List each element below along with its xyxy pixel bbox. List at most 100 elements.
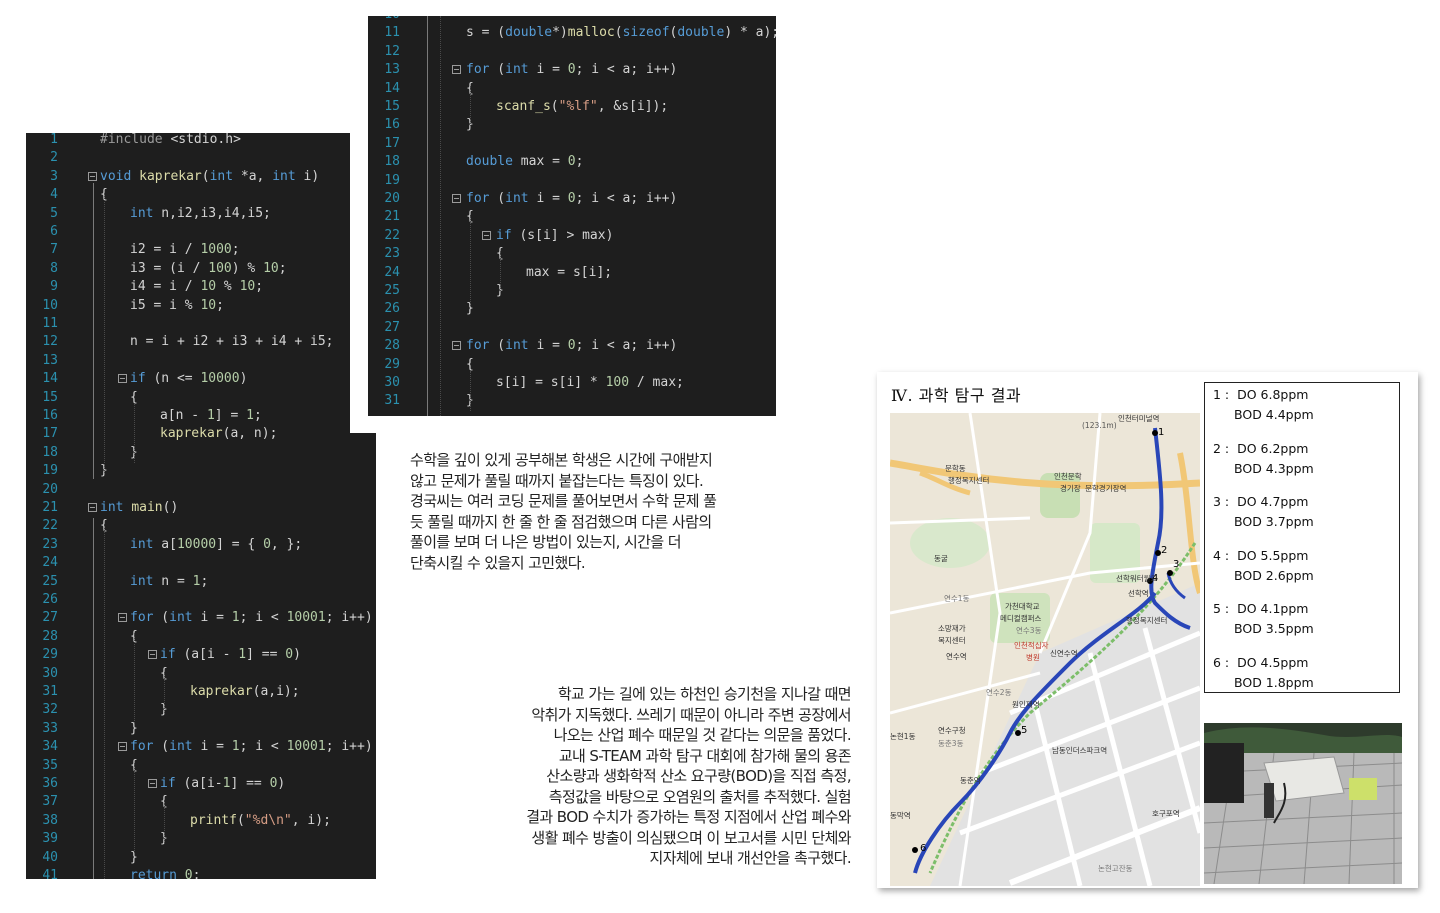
paragraph-line: 산소량과 생화학적 산소 요구량(BOD)을 직접 측정,: [546, 767, 851, 785]
paragraph-line: 풀이를 보며 더 나은 방법이 있는지, 시간을 더: [410, 533, 682, 551]
indent-guide: [134, 633, 135, 723]
line-number: 2: [50, 150, 58, 166]
measurement-results-box: 1 : DO 6.8ppm BOD 4.4ppm 2 : DO 6.2ppm BOD …: [1204, 382, 1400, 693]
do-value: DO 4.5ppm: [1237, 654, 1309, 670]
paragraph-line: 지자체에 보내 개선안을 촉구했다.: [649, 849, 852, 867]
separator: :: [1220, 387, 1238, 402]
line-number: 16: [42, 408, 58, 423]
code-line: 30{: [26, 665, 376, 683]
code-line: 25}: [368, 282, 776, 300]
fold-toggle-icon[interactable]: [482, 230, 491, 240]
fold-toggle-icon[interactable]: [88, 503, 97, 512]
station-number: 1: [1213, 387, 1221, 402]
code-text: i2 = i / 1000;: [130, 242, 240, 258]
code-line: 17 kaprekar(a, n);: [26, 425, 376, 443]
line-number: 14: [42, 371, 58, 387]
line-number: 26: [384, 301, 400, 317]
map-place-label: 연수구청: [938, 726, 966, 735]
code-line: 10 i5 = i % 10;: [26, 297, 376, 315]
line-number: 37: [42, 794, 58, 810]
code-line: 26}: [368, 300, 776, 318]
code-line: 4{: [26, 186, 376, 204]
code-line: 20 for (int i = 0; i < a; i++): [368, 190, 776, 208]
paragraph-line: 교내 S-TEAM 과학 탐구 대회에 참가해 물의 용존: [558, 746, 852, 765]
line-number: 17: [384, 135, 400, 151]
code-line: 31}: [368, 392, 776, 410]
line-number: 29: [42, 647, 58, 663]
fold-toggle-icon[interactable]: [88, 171, 97, 181]
code-text: s[i] = s[i] * 100 / max;: [496, 375, 684, 390]
map-place-label: 연수3동: [1016, 626, 1042, 635]
code-line: 27: [368, 319, 776, 337]
fold-toggle-icon[interactable]: [148, 779, 157, 788]
line-number: 28: [384, 338, 400, 354]
separator: :: [1220, 440, 1238, 456]
fold-toggle-icon[interactable]: [118, 374, 127, 384]
map-place-label: 문학경기장역: [1085, 484, 1127, 493]
code-text: #include <stdio.h>: [100, 133, 241, 147]
line-number: 20: [384, 191, 400, 206]
bod-value: BOD 4.4ppm: [1234, 407, 1314, 422]
map-place-label: 논현고잔동: [1098, 864, 1133, 873]
station-number: 3: [1213, 494, 1221, 509]
line-number: 15: [384, 99, 400, 114]
code-line: 8 i3 = (i / 100) % 10;: [26, 260, 376, 278]
map-place-label: 동굴: [934, 554, 948, 563]
fold-toggle-icon[interactable]: [452, 194, 461, 203]
indent-guide: [164, 803, 165, 843]
map-place-label: 선학역: [1128, 589, 1149, 598]
code-line: 1 #include <stdio.h>: [26, 133, 376, 149]
code-line: 15{: [26, 389, 376, 407]
code-text: i4 = i / 10 % 10;: [130, 279, 264, 295]
outline-bar: [427, 16, 428, 416]
paragraph-line: 결과 BOD 수치가 증가하는 특정 지점에서 산업 폐수와: [526, 808, 851, 826]
code-line: 12 n = i + i2 + i3 + i4 + i5;: [26, 333, 376, 351]
code-line: 22 if (s[i] > max): [368, 227, 776, 245]
science-report-figure: Ⅳ. 과학 탐구 결과 1 2 3 4 5 6 인천터미널역 (123.1m) …: [877, 372, 1418, 888]
outline-bar: [93, 183, 94, 479]
code-line: 31 kaprekar(a,i);: [26, 683, 376, 701]
indent-guide: [134, 763, 135, 853]
indent-guide: [104, 193, 105, 473]
line-number: 13: [384, 62, 400, 78]
line-number: 11: [42, 316, 58, 331]
line-number: 28: [42, 628, 58, 644]
code-text: for (int i = 0; i < a; i++): [466, 62, 678, 78]
article-paragraph-science: 학교 가는 길에 있는 하천인 승기천을 지나갈 때면 악취가 지독했다. 쓰레기…: [440, 684, 851, 869]
line-number: 10: [42, 297, 58, 313]
code-text: s = (double*)malloc(sizeof(double) * a);: [466, 25, 776, 41]
line-number: 31: [384, 393, 400, 409]
code-line: 18}: [26, 444, 376, 462]
line-number: 29: [384, 356, 400, 372]
line-number: 23: [384, 246, 400, 262]
line-number: 20: [42, 481, 58, 497]
fold-toggle-icon[interactable]: [452, 65, 461, 75]
code-line: 2: [26, 149, 376, 167]
code-line: 14{: [368, 80, 776, 98]
separator: :: [1220, 547, 1238, 563]
line-number: 16: [384, 117, 400, 133]
line-number: 27: [384, 319, 400, 335]
indent-guide: [470, 216, 471, 306]
line-number: 23: [42, 536, 58, 552]
fold-toggle-icon[interactable]: [148, 650, 157, 660]
line-number: 21: [384, 209, 400, 225]
bod-value: BOD 3.7ppm: [1234, 514, 1314, 529]
code-text: for (int i = 1; i < 10001; i++): [130, 610, 373, 626]
fold-toggle-icon[interactable]: [452, 341, 461, 351]
code-line: 23 int a[10000] = { 0, };: [26, 536, 376, 554]
code-line: 24: [26, 554, 376, 572]
station-number: 4: [1213, 547, 1221, 563]
line-number: 7: [50, 242, 58, 258]
fold-toggle-icon[interactable]: [118, 742, 127, 752]
line-number: 38: [42, 812, 58, 828]
code-line: 9 i4 = i / 10 % 10;: [26, 278, 376, 296]
fold-toggle-icon[interactable]: [118, 613, 127, 623]
bod-value: BOD 3.5ppm: [1234, 621, 1314, 636]
code-line: 3 void kaprekar(int *a, int i): [26, 168, 376, 186]
code-line: 29 if (a[i - 1] == 0): [26, 646, 376, 664]
code-line: 5 int n,i2,i3,i4,i5;: [26, 205, 376, 223]
line-number: 12: [384, 43, 400, 59]
line-number: 1: [50, 133, 58, 147]
station-number: 6: [1213, 654, 1221, 670]
